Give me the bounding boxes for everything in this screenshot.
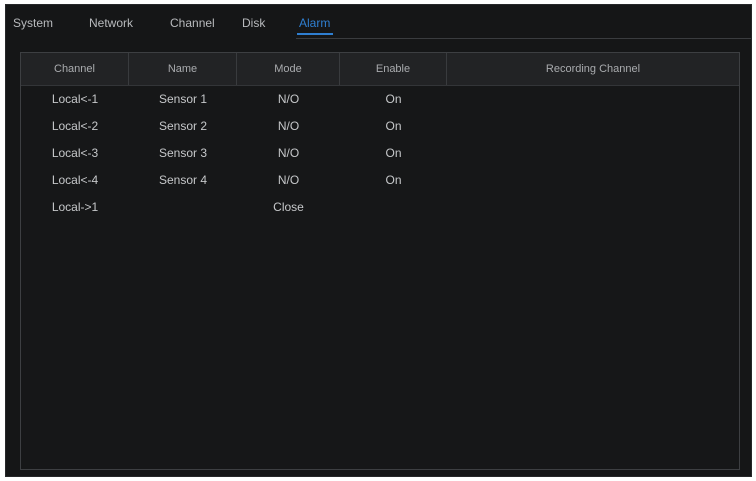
table-row[interactable]: Local<-2 Sensor 2 N/O On bbox=[21, 113, 739, 140]
cell-channel: Local<-4 bbox=[51, 173, 99, 187]
tab-bar: System Network Channel Disk Alarm bbox=[6, 5, 751, 39]
tab-alarm[interactable]: Alarm bbox=[299, 16, 330, 30]
column-header-mode[interactable]: Mode bbox=[237, 53, 340, 85]
cell-channel: Local<-2 bbox=[51, 119, 99, 133]
table-row[interactable]: Local<-1 Sensor 1 N/O On bbox=[21, 86, 739, 113]
cell-recording-channel[interactable] bbox=[447, 140, 739, 167]
cell-name[interactable] bbox=[129, 194, 237, 221]
cell-mode[interactable]: Close bbox=[237, 194, 340, 221]
cell-recording-channel[interactable] bbox=[447, 113, 739, 140]
cell-enable[interactable] bbox=[340, 194, 447, 221]
cell-mode[interactable]: N/O bbox=[237, 86, 340, 113]
alarm-settings-window: System Network Channel Disk Alarm Channe… bbox=[5, 4, 752, 477]
tab-system[interactable]: System bbox=[13, 16, 53, 30]
column-header-recording-channel[interactable]: Recording Channel bbox=[447, 53, 739, 85]
tab-channel[interactable]: Channel bbox=[170, 16, 215, 30]
column-header-name[interactable]: Name bbox=[129, 53, 237, 85]
cell-recording-channel[interactable] bbox=[447, 194, 739, 221]
cell-name[interactable]: Sensor 2 bbox=[129, 113, 237, 140]
cell-mode[interactable]: N/O bbox=[237, 140, 340, 167]
cell-enable[interactable]: On bbox=[340, 140, 447, 167]
cell-recording-channel[interactable] bbox=[447, 167, 739, 194]
cell-enable[interactable]: On bbox=[340, 167, 447, 194]
table-row[interactable]: Local->1 Close bbox=[21, 194, 739, 221]
column-header-enable[interactable]: Enable bbox=[340, 53, 447, 85]
column-header-channel[interactable]: Channel bbox=[21, 53, 129, 85]
cell-mode[interactable]: N/O bbox=[237, 167, 340, 194]
tab-network[interactable]: Network bbox=[89, 16, 133, 30]
cell-name[interactable]: Sensor 3 bbox=[129, 140, 237, 167]
table-header: Channel Name Mode Enable Recording Chann… bbox=[21, 53, 739, 86]
tab-disk[interactable]: Disk bbox=[242, 16, 265, 30]
table-row[interactable]: Local<-3 Sensor 3 N/O On bbox=[21, 140, 739, 167]
cell-recording-channel[interactable] bbox=[447, 86, 739, 113]
active-tab-indicator bbox=[297, 33, 333, 35]
table-row[interactable]: Local<-4 Sensor 4 N/O On bbox=[21, 167, 739, 194]
cell-channel: Local->1 bbox=[51, 200, 99, 214]
cell-mode[interactable]: N/O bbox=[237, 113, 340, 140]
cell-name[interactable]: Sensor 4 bbox=[129, 167, 237, 194]
cell-enable[interactable]: On bbox=[340, 113, 447, 140]
tab-divider bbox=[296, 38, 751, 39]
cell-name[interactable]: Sensor 1 bbox=[129, 86, 237, 113]
cell-channel: Local<-1 bbox=[51, 92, 99, 106]
cell-channel: Local<-3 bbox=[51, 146, 99, 160]
cell-enable[interactable]: On bbox=[340, 86, 447, 113]
alarm-table-panel: Channel Name Mode Enable Recording Chann… bbox=[20, 52, 740, 470]
